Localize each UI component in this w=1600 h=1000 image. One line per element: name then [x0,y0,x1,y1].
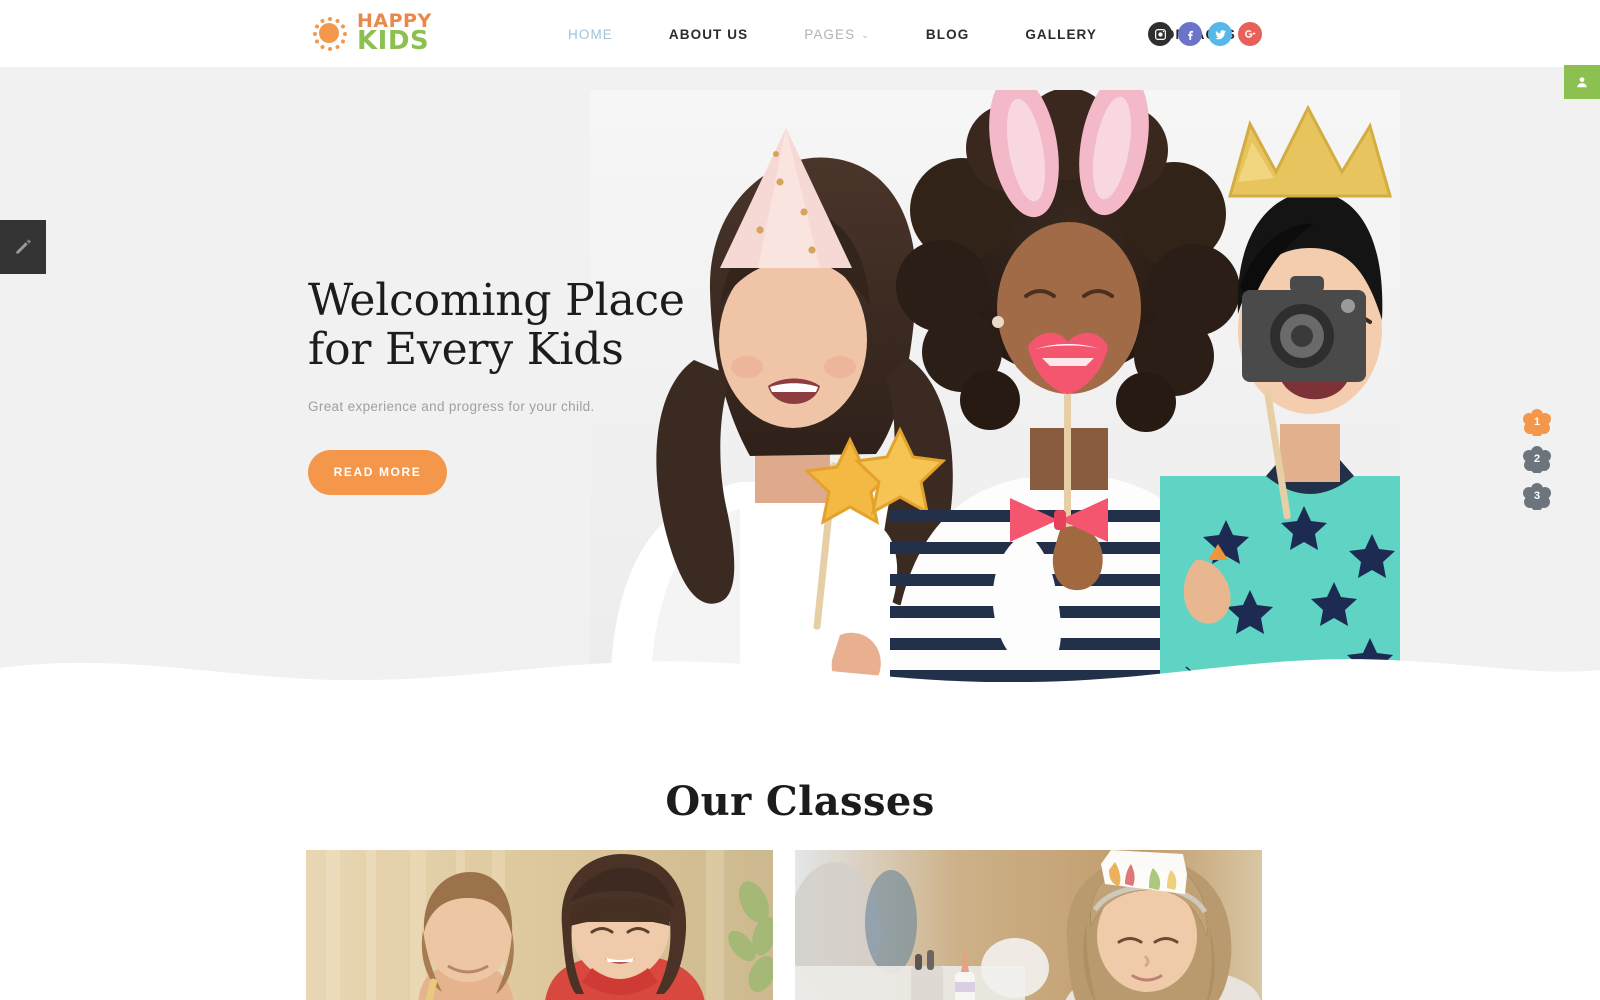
hero-content: Welcoming Place for Every Kids Great exp… [308,276,738,495]
class-card-2[interactable] [795,850,1262,1000]
hero-slider: Welcoming Place for Every Kids Great exp… [0,68,1600,700]
sun-icon [308,12,350,54]
nav-item-home[interactable]: HOME [540,27,641,42]
read-more-button[interactable]: READ MORE [308,449,447,495]
slider-pagination: 1 2 3 [1522,408,1552,510]
slider-bullet-2[interactable]: 2 [1522,445,1552,473]
hero-title: Welcoming Place for Every Kids [308,276,738,375]
nav-item-gallery[interactable]: GALLERY [997,27,1125,42]
site-header: HAPPY KIDS HOME ABOUT US PAGES ⌄ BLOG GA… [0,0,1600,68]
user-icon [1577,77,1587,88]
nav-item-pages[interactable]: PAGES ⌄ [776,27,898,42]
class-card-1[interactable] [306,850,773,1000]
hero-title-line-1: Welcoming Place [308,275,685,326]
logo-text-kids: KIDS [357,25,430,56]
instagram-icon[interactable] [1148,22,1172,46]
google-plus-icon[interactable] [1238,22,1262,46]
slider-bullet-number: 2 [1533,453,1541,465]
nav-label: ABOUT US [668,26,749,42]
nav-label: BLOG [925,26,970,42]
hero-subtitle: Great experience and progress for your c… [308,398,595,414]
site-logo[interactable]: HAPPY KIDS [308,11,432,56]
social-links [1148,22,1262,46]
slider-bullet-number: 1 [1533,416,1541,428]
slider-bullet-number: 3 [1533,490,1541,502]
slider-bullet-3[interactable]: 3 [1522,482,1552,510]
section-title-our-classes: Our Classes [665,778,935,825]
nav-item-about-us[interactable]: ABOUT US [641,27,776,42]
camera-prop [1242,276,1366,382]
account-side-tab[interactable] [1564,65,1600,99]
nav-label: PAGES [804,26,856,42]
nav-item-blog[interactable]: BLOG [898,27,997,42]
logo-wordmark: HAPPY KIDS [357,11,432,56]
pencil-icon [16,239,31,254]
page-root: HAPPY KIDS HOME ABOUT US PAGES ⌄ BLOG GA… [0,0,1600,1000]
nav-label: GALLERY [1025,26,1098,42]
nav-label: HOME [568,26,613,42]
classes-grid [306,850,1262,1000]
classes-section: Our Classes [0,700,1600,1000]
facebook-icon[interactable] [1178,22,1202,46]
chevron-down-icon: ⌄ [861,29,870,40]
slider-bullet-1[interactable]: 1 [1522,408,1552,436]
twitter-icon[interactable] [1208,22,1232,46]
customize-side-tab[interactable] [0,220,46,274]
hero-title-line-2: for Every Kids [308,324,624,376]
